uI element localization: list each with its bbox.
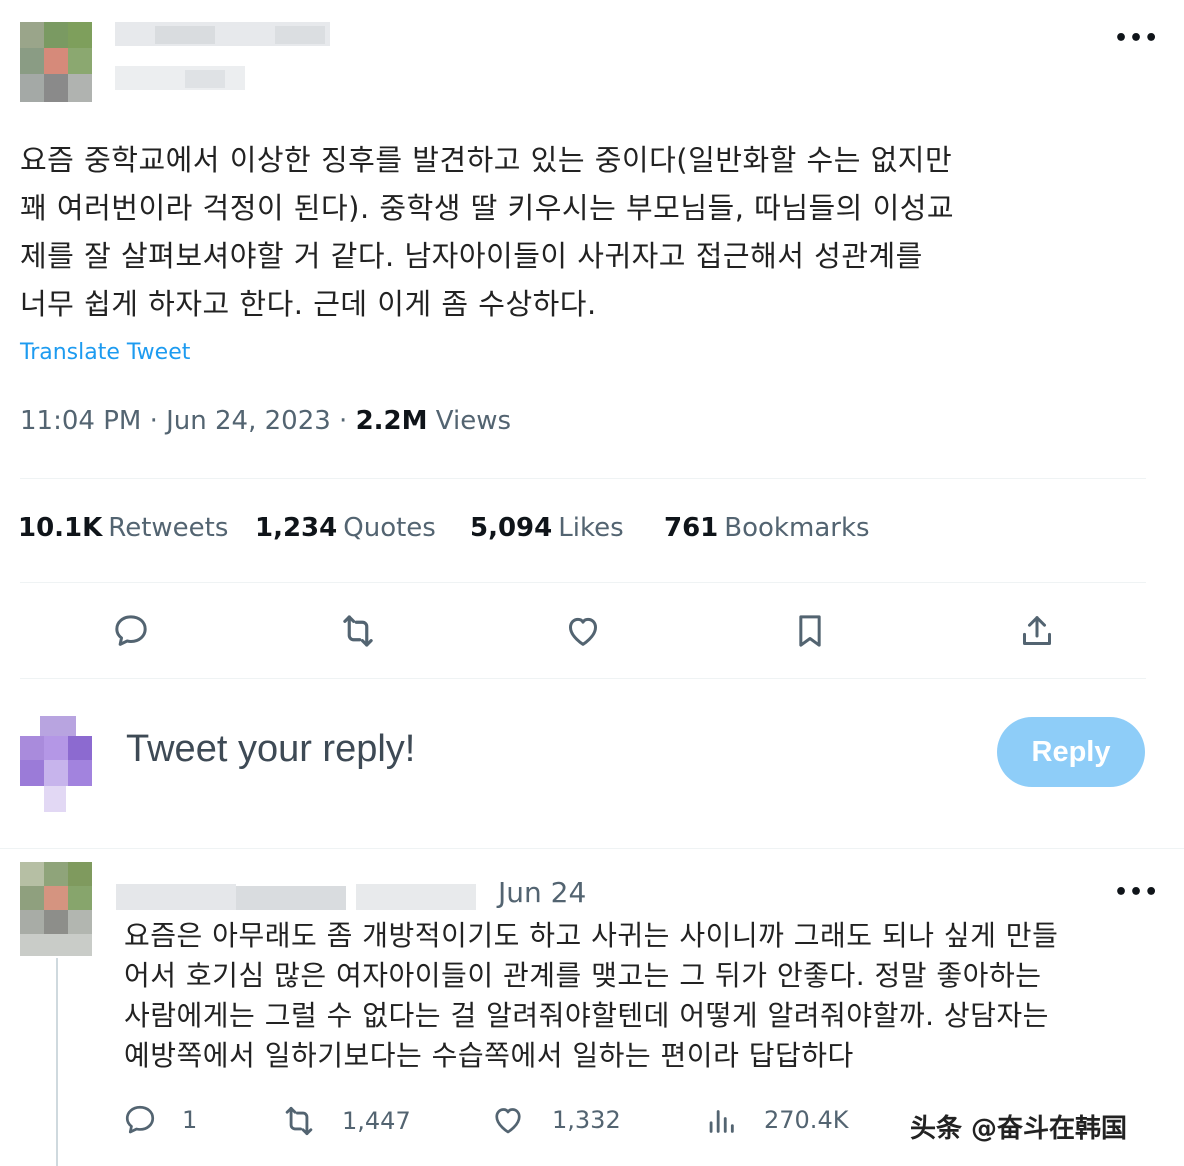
watermark: 头条 @奋斗在韩国 — [910, 1114, 1128, 1144]
quotes-stat[interactable]: 1,234 Quotes — [255, 513, 436, 543]
divider — [20, 478, 1146, 479]
divider — [0, 848, 1184, 849]
bookmarks-stat[interactable]: 761 Bookmarks — [664, 513, 870, 543]
tweet-meta: 11:04 PM · Jun 24, 2023 · 2.2M Views — [20, 406, 512, 436]
translate-link[interactable]: Translate Tweet — [20, 340, 190, 365]
reply-retweet-action[interactable]: 1,447 — [280, 1102, 411, 1140]
tweet-time[interactable]: 11:04 PM — [20, 406, 141, 436]
reply-text: 요즘은 아무래도 좀 개방적이기도 하고 사귀는 사이니까 그래도 되나 싶게 … — [124, 919, 1059, 1072]
retweets-stat[interactable]: 10.1K Retweets — [18, 513, 228, 543]
tweet-text: 요즘 중학교에서 이상한 징후를 발견하고 있는 중이다(일반화할 수는 없지만… — [20, 143, 955, 321]
reply-more-icon[interactable]: ••• — [1114, 880, 1159, 905]
reply-date[interactable]: Jun 24 — [498, 876, 586, 909]
like-icon — [490, 1102, 526, 1138]
author-avatar[interactable] — [20, 22, 92, 102]
tweet-date[interactable]: Jun 24, 2023 — [166, 406, 331, 436]
share-icon[interactable] — [1012, 606, 1062, 656]
views-count: 2.2M — [355, 406, 428, 436]
more-icon[interactable]: ••• — [1114, 26, 1159, 51]
author-name-blurred[interactable] — [115, 22, 335, 92]
reply-icon[interactable] — [106, 606, 156, 656]
reply-button[interactable]: Reply — [997, 717, 1145, 787]
likes-stat[interactable]: 5,094 Likes — [470, 513, 624, 543]
like-icon[interactable] — [558, 606, 608, 656]
retweet-icon — [280, 1102, 318, 1140]
reply-like-count: 1,332 — [552, 1106, 621, 1134]
divider — [20, 582, 1146, 583]
views-label: Views — [435, 406, 512, 436]
reply-replies-count: 1 — [182, 1106, 198, 1134]
reply-author-avatar[interactable] — [20, 862, 92, 956]
reply-input[interactable]: Tweet your reply! — [126, 728, 415, 771]
views-icon — [704, 1102, 738, 1138]
thread-line — [56, 958, 58, 1166]
reply-views-action[interactable]: 270.4K — [704, 1102, 848, 1138]
composer-avatar — [20, 716, 92, 812]
divider — [20, 678, 1146, 679]
retweet-icon[interactable] — [333, 606, 383, 656]
reply-views-count: 270.4K — [764, 1106, 849, 1134]
reply-author-name-blurred[interactable] — [116, 880, 486, 914]
bookmark-icon[interactable] — [785, 606, 835, 656]
reply-icon — [122, 1102, 158, 1138]
reply-retweet-count: 1,447 — [342, 1107, 411, 1135]
reply-like-action[interactable]: 1,332 — [490, 1102, 621, 1138]
reply-replies-action[interactable]: 1 — [122, 1102, 197, 1138]
